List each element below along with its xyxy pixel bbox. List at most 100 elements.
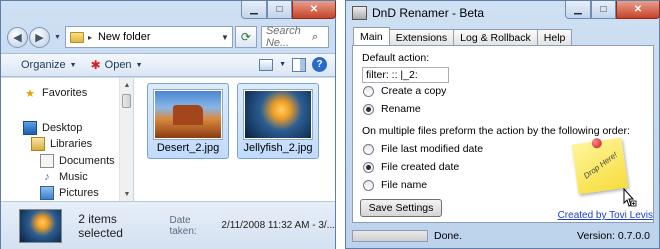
file-item-jellyfish[interactable]: Jellyfish_2.jpg	[237, 83, 319, 159]
pictures-icon	[40, 186, 54, 200]
preview-pane-icon[interactable]	[292, 57, 306, 72]
chevron-down-icon: ▼	[135, 61, 143, 69]
back-arrow-icon: ◀	[13, 31, 22, 44]
radio-file-name[interactable]: File name	[363, 179, 427, 191]
status-text: Done.	[434, 230, 463, 242]
radio-button[interactable]	[363, 143, 374, 155]
refresh-icon: ⟳	[240, 30, 251, 44]
explorer-window-controls: ▁ □ ✕	[241, 1, 336, 19]
nav-item-label: Documents	[59, 155, 115, 167]
close-button[interactable]: ✕	[616, 1, 660, 19]
date-taken-value[interactable]: 2/11/2008 11:32 AM - 3/...	[221, 220, 335, 231]
radio-rename[interactable]: Rename	[363, 103, 421, 115]
filter-input[interactable]	[362, 67, 449, 83]
close-button[interactable]: ✕	[292, 1, 336, 19]
address-dropdown-icon[interactable]: ▼	[218, 33, 232, 42]
maximize-button[interactable]: □	[591, 1, 616, 19]
file-name: Desert_2.jpg	[156, 142, 220, 154]
music-icon: ♪	[44, 171, 50, 183]
scroll-up-icon[interactable]: ▲	[120, 78, 134, 92]
date-taken-label: Date taken:	[169, 214, 197, 237]
refresh-button[interactable]: ⟳	[234, 26, 257, 48]
navigation-bar: ◀ ▶ ▼ ▸ New folder ▼ ⟳ Search Ne... ⌕	[7, 25, 329, 49]
nav-item-favorites[interactable]: ★ Favorites	[23, 85, 87, 101]
file-item-desert[interactable]: Desert_2.jpg	[147, 83, 229, 159]
view-dropdown-icon[interactable]: ▼	[279, 61, 286, 68]
save-settings-button[interactable]: Save Settings	[360, 199, 442, 217]
search-box[interactable]: Search Ne... ⌕	[260, 25, 329, 49]
open-label: Open	[104, 59, 132, 71]
explorer-window: ▁ □ ✕ ◀ ▶ ▼ ▸ New folder ▼ ⟳ Search Ne..…	[0, 0, 336, 249]
drag-cursor-icon	[623, 188, 637, 207]
desert-thumbnail	[154, 90, 222, 139]
nav-item-libraries[interactable]: Libraries	[31, 136, 92, 152]
tab-extensions[interactable]: Extensions	[388, 29, 455, 45]
help-icon[interactable]: ?	[312, 57, 327, 72]
order-label: On multiple files preform the action by …	[362, 125, 630, 137]
tab-help[interactable]: Help	[536, 29, 573, 45]
dnd-window-controls: ▁ □ ✕	[565, 1, 660, 19]
radio-button-selected[interactable]	[363, 103, 374, 115]
minimize-button[interactable]: ▁	[565, 1, 591, 19]
navigation-scrollbar[interactable]: ▲ ▼	[119, 78, 133, 201]
chevron-down-icon: ▼	[69, 61, 77, 69]
scroll-down-icon[interactable]: ▼	[120, 187, 134, 201]
file-list: Desert_2.jpg Jellyfish_2.jpg	[134, 78, 335, 201]
nav-item-label: Pictures	[59, 187, 99, 199]
radio-last-modified[interactable]: File last modified date	[363, 143, 483, 155]
scroll-thumb[interactable]	[122, 94, 131, 108]
dnd-renamer-window: DnD Renamer - Beta ▁ □ ✕ Main Extensions…	[345, 0, 660, 249]
libraries-icon	[31, 137, 45, 151]
nav-item-label: Libraries	[50, 138, 93, 150]
radio-create-copy[interactable]: Create a copy	[363, 85, 446, 97]
radio-created-date[interactable]: File created date	[363, 161, 459, 173]
change-view-icon[interactable]	[259, 58, 274, 71]
nav-item-desktop[interactable]: Desktop	[23, 120, 82, 136]
app-icon	[352, 6, 367, 20]
credit-link[interactable]: Created by Tovi Levis	[558, 210, 653, 221]
selection-count: 2 items selected	[78, 211, 123, 240]
radio-button-selected[interactable]	[363, 161, 374, 173]
details-pane: 2 items selected Date taken: 2/11/2008 1…	[1, 201, 335, 249]
back-button[interactable]: ◀	[7, 26, 28, 48]
forward-arrow-icon: ▶	[35, 31, 44, 44]
nav-item-label: Music	[59, 171, 88, 183]
address-path[interactable]: New folder	[98, 31, 218, 43]
radio-button[interactable]	[363, 85, 374, 97]
recent-pages-dropdown[interactable]: ▼	[54, 34, 61, 41]
nav-item-music[interactable]: ♪ Music	[40, 169, 88, 185]
desktop-icon	[23, 121, 37, 135]
nav-item-pictures[interactable]: Pictures	[40, 185, 99, 201]
window-title: DnD Renamer - Beta	[372, 6, 485, 20]
nav-item-label: Favorites	[42, 87, 88, 99]
address-bar[interactable]: ▸ New folder ▼	[64, 26, 233, 48]
tab-log-rollback[interactable]: Log & Rollback	[453, 29, 538, 45]
documents-icon	[40, 154, 54, 168]
open-app-icon: ✱	[90, 58, 101, 72]
radio-label: File created date	[381, 161, 460, 173]
navigation-pane: ★ Favorites Desktop Libraries Documents …	[1, 78, 133, 201]
jellyfish-thumbnail	[244, 90, 312, 139]
command-bar: Organize ▼ ✱ Open ▼ ▼ ?	[1, 53, 335, 77]
organize-label: Organize	[21, 59, 66, 71]
star-icon: ★	[25, 87, 35, 100]
radio-label: Rename	[381, 103, 421, 115]
minimize-button[interactable]: ▁	[241, 1, 267, 19]
nav-item-label: Desktop	[42, 122, 83, 134]
search-placeholder[interactable]: Search Ne...	[266, 25, 312, 49]
nav-item-documents[interactable]: Documents	[40, 153, 115, 169]
drop-target-note[interactable]: Drop Here!	[571, 137, 629, 195]
organize-button[interactable]: Organize ▼	[21, 59, 77, 71]
radio-label: File last modified date	[381, 143, 484, 155]
breadcrumb-arrow-icon[interactable]: ▸	[88, 33, 92, 42]
default-action-label: Default action:	[362, 52, 430, 64]
open-button[interactable]: ✱ Open ▼	[91, 58, 143, 72]
tab-main[interactable]: Main	[353, 27, 390, 45]
forward-button[interactable]: ▶	[29, 26, 50, 48]
file-name: Jellyfish_2.jpg	[243, 142, 313, 154]
radio-label: Create a copy	[381, 85, 447, 97]
search-icon[interactable]: ⌕	[312, 31, 328, 44]
radio-button[interactable]	[363, 179, 374, 191]
radio-label: File name	[381, 179, 428, 191]
maximize-button[interactable]: □	[267, 1, 292, 19]
